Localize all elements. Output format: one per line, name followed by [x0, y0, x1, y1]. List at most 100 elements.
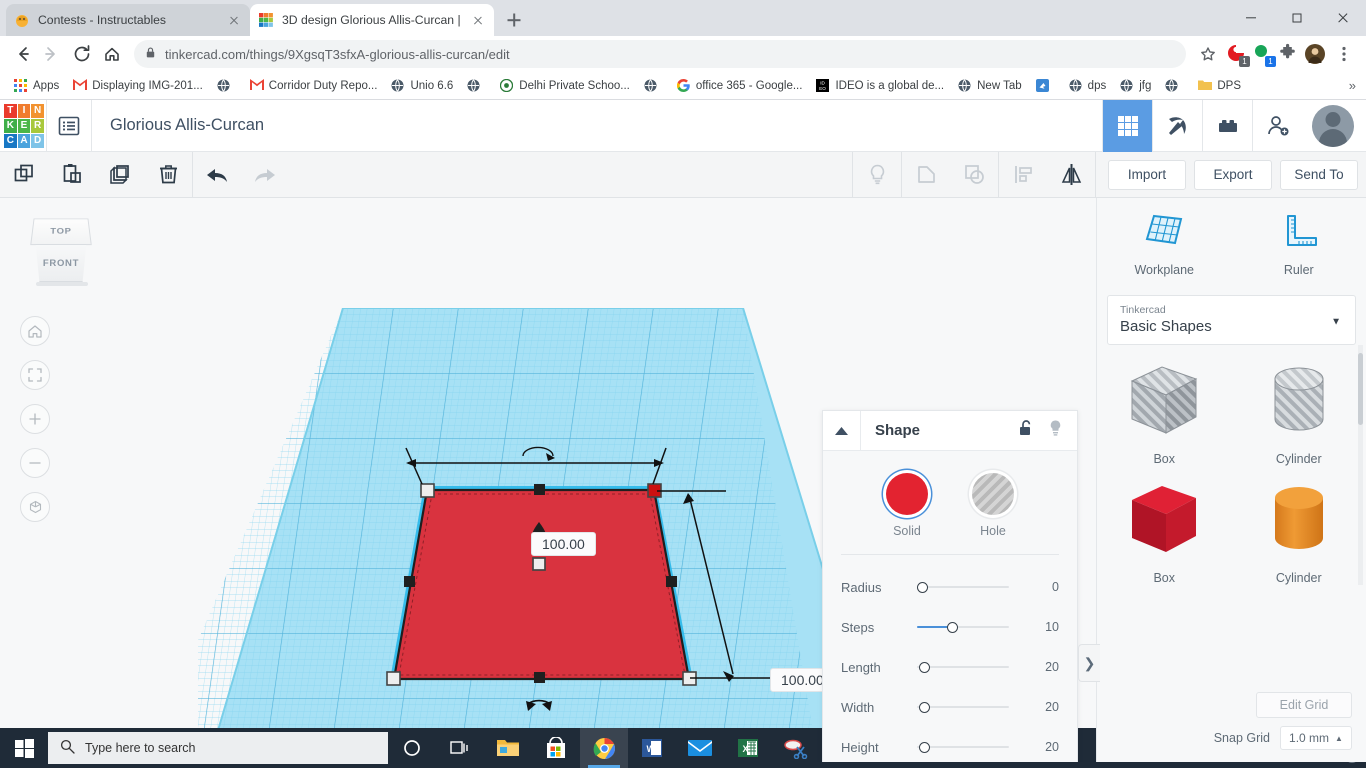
close-icon[interactable]: [470, 12, 486, 28]
pickaxe-icon[interactable]: [1152, 99, 1202, 152]
export-button[interactable]: Export: [1194, 159, 1272, 190]
sidebar-scrollbar-thumb[interactable]: [1358, 353, 1363, 425]
shape-library-dropdown[interactable]: Tinkercad Basic Shapes ▼: [1107, 295, 1356, 345]
ortho-view-icon[interactable]: [20, 492, 50, 522]
profile-avatar[interactable]: [1304, 43, 1326, 65]
mirror-icon[interactable]: [1047, 152, 1095, 198]
chrome-icon[interactable]: [580, 728, 628, 768]
extension-green-icon[interactable]: 1: [1252, 43, 1276, 67]
bookmark-item[interactable]: Displaying IMG-201...: [67, 77, 209, 95]
property-value[interactable]: 20: [1021, 740, 1059, 754]
microsoft-store-icon[interactable]: [532, 728, 580, 768]
shape-library-item[interactable]: Cylinder: [1232, 480, 1366, 585]
home-icon[interactable]: [20, 316, 50, 346]
bookmark-item[interactable]: dps: [1063, 77, 1113, 95]
property-value[interactable]: 20: [1021, 660, 1059, 674]
shape-library-item[interactable]: Cylinder: [1232, 361, 1366, 466]
bookmark-item[interactable]: ID EO IDEO is a global de...: [810, 77, 950, 95]
maximize-button[interactable]: [1274, 0, 1320, 36]
minimize-button[interactable]: [1228, 0, 1274, 36]
length-slider[interactable]: [917, 659, 1021, 675]
solid-option[interactable]: Solid: [886, 473, 928, 538]
panel-toggle-arrow[interactable]: ❯: [1078, 644, 1100, 682]
new-tab-button[interactable]: [500, 6, 528, 34]
browser-tab-1[interactable]: Contests - Instructables: [6, 4, 250, 36]
bookmark-folder-dps[interactable]: DPS: [1192, 77, 1247, 95]
page-title[interactable]: Glorious Allis-Curcan: [92, 116, 264, 135]
bookmark-item[interactable]: Corridor Duty Repo...: [244, 77, 384, 95]
cortana-circle-icon[interactable]: [388, 728, 436, 768]
zoom-in-icon[interactable]: [20, 404, 50, 434]
bookmark-item[interactable]: Delhi Private Schoo...: [494, 77, 636, 95]
view-cube[interactable]: TOP FRONT: [24, 212, 102, 290]
browser-tab-2[interactable]: 3D design Glorious Allis-Curcan |: [250, 4, 494, 36]
property-value[interactable]: 0: [1021, 580, 1059, 594]
word-icon[interactable]: W: [628, 728, 676, 768]
paste-icon[interactable]: [48, 152, 96, 198]
width-dimension-label[interactable]: 100.00: [531, 532, 596, 556]
bookmark-item[interactable]: [1159, 77, 1190, 95]
import-button[interactable]: Import: [1108, 159, 1186, 190]
property-value[interactable]: 10: [1021, 620, 1059, 634]
search-input[interactable]: Type here to search: [48, 732, 388, 764]
bookmark-item[interactable]: jfg: [1114, 77, 1157, 95]
snap-grid-select[interactable]: 1.0 mm ▲: [1280, 726, 1352, 750]
add-user-icon[interactable]: [1252, 99, 1302, 152]
property-value[interactable]: 20: [1021, 700, 1059, 714]
close-window-button[interactable]: [1320, 0, 1366, 36]
ruler-tool[interactable]: Ruler: [1232, 212, 1366, 277]
bookmark-item[interactable]: [211, 77, 242, 95]
bookmark-item[interactable]: New Tab: [952, 77, 1028, 95]
task-view-icon[interactable]: [436, 728, 484, 768]
editor-canvas[interactable]: TOP FRONT 100.00 100.00 ❯ Shape Solid Ho…: [0, 198, 1366, 762]
duplicate-icon[interactable]: [96, 152, 144, 198]
bookmark-item[interactable]: Unio 6.6: [385, 77, 459, 95]
list-icon[interactable]: [46, 99, 92, 152]
steps-slider[interactable]: [917, 619, 1021, 635]
extensions-puzzle-icon[interactable]: [1278, 43, 1300, 65]
radius-slider[interactable]: [917, 579, 1021, 595]
undo-icon[interactable]: [193, 152, 241, 198]
delete-icon[interactable]: [144, 152, 192, 198]
unlock-icon[interactable]: [1018, 419, 1034, 442]
bookmark-item[interactable]: [461, 77, 492, 95]
shape-library-item[interactable]: Box: [1097, 480, 1232, 585]
lightbulb-icon[interactable]: [1048, 419, 1063, 442]
home-icon[interactable]: [98, 40, 126, 68]
chevron-down-icon[interactable]: ▼: [1331, 317, 1341, 328]
reload-icon[interactable]: [68, 40, 96, 68]
copy-icon[interactable]: [0, 152, 48, 198]
bookmark-item[interactable]: [1030, 77, 1061, 95]
back-icon[interactable]: [8, 40, 36, 68]
bookmark-item[interactable]: [638, 77, 669, 95]
zoom-out-icon[interactable]: [20, 448, 50, 478]
width-slider[interactable]: [917, 699, 1021, 715]
hole-option[interactable]: Hole: [972, 473, 1014, 538]
view-cube-front[interactable]: FRONT: [35, 244, 87, 282]
bookmarks-overflow-icon[interactable]: »: [1349, 78, 1358, 93]
view-cube-top[interactable]: TOP: [30, 218, 92, 246]
workplane-tool[interactable]: Workplane: [1097, 212, 1232, 277]
windows-start-icon[interactable]: [0, 728, 48, 768]
excel-icon[interactable]: X: [724, 728, 772, 768]
address-bar[interactable]: tinkercad.com/things/9XgsqT3sfxA-gloriou…: [134, 40, 1186, 68]
lego-brick-icon[interactable]: [1202, 99, 1252, 152]
close-icon[interactable]: [226, 12, 242, 28]
file-explorer-icon[interactable]: [484, 728, 532, 768]
bookmark-star-icon[interactable]: [1194, 40, 1222, 68]
extension-red-icon[interactable]: 1: [1226, 43, 1250, 67]
mail-icon[interactable]: [676, 728, 724, 768]
hole-swatch[interactable]: [972, 473, 1014, 515]
chrome-menu-icon[interactable]: [1330, 40, 1358, 68]
collapse-up-icon[interactable]: [823, 411, 861, 450]
bookmark-item[interactable]: office 365 - Google...: [671, 77, 809, 95]
avatar[interactable]: [1302, 104, 1366, 147]
snipping-tool-icon[interactable]: [772, 728, 820, 768]
tinkercad-logo[interactable]: T I N K E R C A D: [0, 100, 46, 152]
shape-library-item[interactable]: Box: [1097, 361, 1232, 466]
height-slider[interactable]: [917, 739, 1021, 755]
bookmark-apps[interactable]: Apps: [8, 77, 65, 95]
grid-icon[interactable]: [1102, 99, 1152, 152]
send-to-button[interactable]: Send To: [1280, 159, 1358, 190]
edit-grid-button[interactable]: Edit Grid: [1256, 692, 1352, 718]
